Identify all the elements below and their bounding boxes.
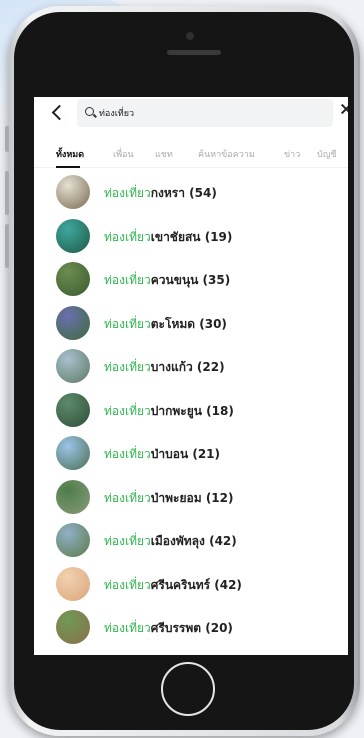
result-count: (42) [214, 577, 242, 592]
result-name: ศรีบรรพต [150, 621, 202, 635]
avatar [56, 566, 90, 601]
close-icon[interactable] [341, 103, 348, 115]
tab-accounts[interactable]: บัญชี [317, 147, 337, 161]
list-item[interactable]: ท่องเที่ยวศรีบรรพต (20) [34, 608, 348, 646]
highlighted-keyword: ท่องเที่ยว [104, 360, 151, 374]
result-count: (12) [205, 490, 234, 505]
list-item[interactable]: ท่องเที่ยวป่าบอน (21) [34, 434, 348, 472]
result-count: (35) [202, 273, 231, 287]
result-count: (21) [192, 447, 221, 461]
result-label: ท่องเที่ยวตะโหมด (30) [104, 315, 227, 334]
result-label: ท่องเที่ยวเมืองพัทลุง (42) [104, 532, 237, 551]
list-item[interactable]: ท่องเที่ยวกงหรา (54) [34, 173, 348, 211]
highlighted-keyword: ท่องเที่ยว [104, 316, 151, 331]
avatar [56, 175, 90, 209]
active-tab-indicator [56, 166, 80, 168]
list-item[interactable]: ท่องเที่ยวบางแก้ว (22) [34, 347, 348, 385]
highlighted-keyword: ท่องเที่ยว [104, 229, 151, 244]
tab-friends[interactable]: เพื่อน [113, 147, 134, 161]
result-name: เมืองพัทลุง [150, 534, 205, 548]
result-name: กงหรา [150, 186, 185, 200]
result-count: (30) [199, 316, 227, 331]
search-query-text: ท่องเที่ยว [99, 109, 135, 119]
result-name: ศรีนครินทร์ [150, 577, 211, 592]
avatar [56, 436, 90, 470]
highlighted-keyword: ท่องเที่ยว [104, 490, 151, 505]
search-input[interactable]: ท่องเที่ยว [77, 99, 333, 127]
result-count: (18) [206, 403, 234, 418]
result-count: (20) [205, 621, 233, 635]
list-item[interactable]: ท่องเที่ยวเขาชัยสน (19) [34, 217, 348, 255]
search-tabs: ทั้งหมด เพื่อน แชท ค้นหาข้อความ ข่าว บัญ… [34, 137, 348, 168]
tab-message-search[interactable]: ค้นหาข้อความ [198, 147, 255, 161]
avatar [56, 479, 90, 514]
list-item[interactable]: ท่องเที่ยวเมืองพัทลุง (42) [34, 521, 348, 559]
result-label: ท่องเที่ยวป่าบอน (21) [104, 445, 220, 464]
avatar [56, 349, 90, 383]
result-name: ป่าพะยอม [150, 490, 202, 505]
app-screen: ท่องเที่ยว ทั้งหมด เพื่อน แชท ค้นหาข้อคว… [34, 97, 348, 655]
list-item[interactable]: ท่องเที่ยวปากพะยูน (18) [34, 391, 348, 429]
avatar [56, 218, 90, 253]
result-name: ตะโหมด [150, 316, 196, 331]
result-count: (42) [209, 534, 237, 548]
result-label: ท่องเที่ยวศรีบรรพต (20) [104, 619, 233, 638]
search-bar: ท่องเที่ยว [34, 97, 348, 131]
mute-switch [5, 126, 9, 152]
home-button[interactable] [161, 662, 215, 716]
result-count: (19) [204, 229, 233, 244]
avatar [56, 523, 90, 557]
front-camera [186, 32, 194, 40]
avatar [56, 392, 90, 427]
result-label: ท่องเที่ยวป่าพะยอม (12) [104, 489, 233, 508]
list-item[interactable]: ท่องเที่ยวตะโหมด (30) [34, 304, 348, 342]
highlighted-keyword: ท่องเที่ยว [104, 577, 151, 592]
result-label: ท่องเที่ยวเขาชัยสน (19) [104, 228, 232, 247]
volume-up-button [5, 171, 9, 215]
tab-chats[interactable]: แชท [155, 147, 173, 161]
result-name: เขาชัยสน [150, 229, 201, 244]
volume-down-button [5, 224, 9, 268]
result-label: ท่องเที่ยวปากพะยูน (18) [104, 402, 234, 421]
highlighted-keyword: ท่องเที่ยว [104, 273, 151, 287]
list-item[interactable]: ท่องเที่ยวควนขนุน (35) [34, 260, 348, 298]
earpiece-speaker [167, 50, 221, 55]
result-name: บางแก้ว [150, 360, 193, 374]
result-label: ท่องเที่ยวกงหรา (54) [104, 184, 217, 203]
list-item[interactable]: ท่องเที่ยวศรีนครินทร์ (42) [34, 565, 348, 603]
avatar [56, 610, 90, 644]
result-name: ปากพะยูน [150, 403, 202, 418]
list-item[interactable]: ท่องเที่ยวป่าพะยอม (12) [34, 478, 348, 516]
result-label: ท่องเที่ยวบางแก้ว (22) [104, 358, 225, 377]
tab-all[interactable]: ทั้งหมด [56, 147, 84, 161]
highlighted-keyword: ท่องเที่ยว [104, 403, 151, 418]
highlighted-keyword: ท่องเที่ยว [104, 186, 151, 200]
result-count: (54) [189, 186, 217, 200]
highlighted-keyword: ท่องเที่ยว [104, 447, 151, 461]
result-name: ควนขนุน [150, 273, 199, 287]
highlighted-keyword: ท่องเที่ยว [104, 534, 151, 548]
avatar [56, 262, 90, 296]
result-label: ท่องเที่ยวศรีนครินทร์ (42) [104, 576, 242, 595]
result-name: ป่าบอน [150, 447, 189, 461]
result-label: ท่องเที่ยวควนขนุน (35) [104, 271, 230, 290]
tab-news[interactable]: ข่าว [284, 147, 300, 161]
search-icon [85, 107, 94, 116]
avatar [56, 305, 90, 340]
result-count: (22) [196, 360, 225, 374]
back-arrow-icon[interactable] [51, 104, 68, 121]
highlighted-keyword: ท่องเที่ยว [104, 621, 151, 635]
